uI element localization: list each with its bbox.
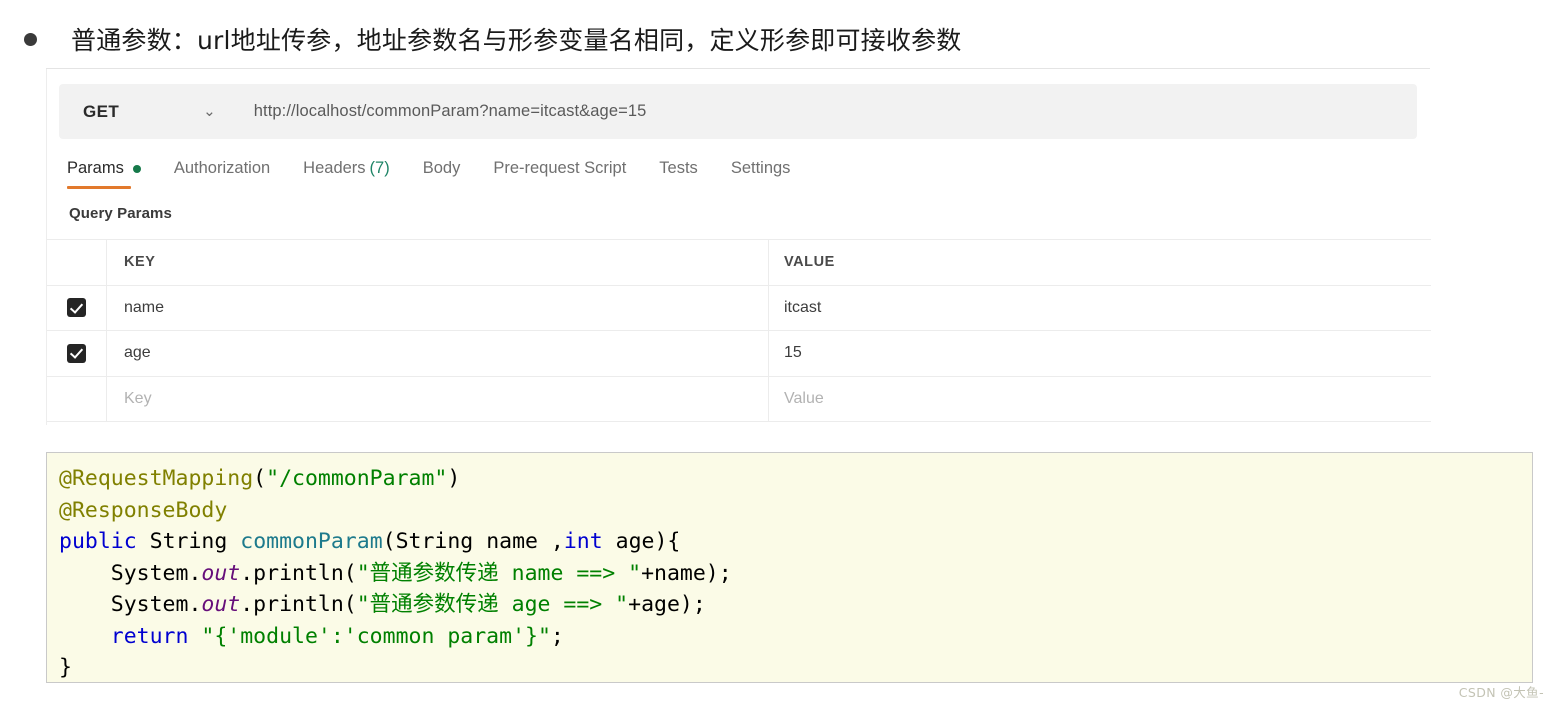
query-params-label: Query Params — [69, 205, 172, 222]
tab-params[interactable]: Params — [67, 159, 141, 189]
annotation-request-mapping: @RequestMapping — [59, 466, 254, 491]
param-enabled-checkbox[interactable] — [67, 343, 86, 363]
param-value-input[interactable]: 15 — [784, 344, 802, 362]
code-line-2: @ResponseBody — [59, 498, 227, 523]
param-value-input-placeholder[interactable]: Value — [784, 390, 824, 408]
tab-authorization-label: Authorization — [173, 159, 271, 177]
http-method-label[interactable]: GET — [83, 102, 119, 122]
code-line-6: return "{'module':'common param'}"; — [110, 623, 564, 649]
mapping-path-string: "/commonParam" — [266, 466, 448, 491]
tab-tests-label: Tests — [659, 159, 698, 177]
header-cell-key: KEY — [107, 240, 769, 285]
postman-request-panel: GET ⌄ http://localhost/commonParam?name=… — [46, 69, 1431, 425]
row-value-cell[interactable]: itcast — [769, 286, 1431, 331]
tab-params-label: Params — [67, 159, 124, 177]
row-value-cell[interactable]: Value — [769, 377, 1431, 422]
tab-headers-count: (7) — [369, 159, 390, 177]
table-row: age 15 — [47, 331, 1431, 377]
url-bar[interactable]: GET ⌄ http://localhost/commonParam?name=… — [59, 84, 1417, 139]
tab-pre-request-script-label: Pre-request Script — [493, 159, 627, 177]
tab-settings[interactable]: Settings — [731, 159, 791, 189]
page-title: 普通参数：url地址传参，地址参数名与形参变量名相同，定义形参即可接收参数 — [71, 26, 962, 55]
csdn-watermark: CSDN @大鱼- — [1458, 685, 1544, 700]
url-input[interactable]: http://localhost/commonParam?name=itcast… — [254, 102, 647, 121]
row-key-cell[interactable]: name — [107, 285, 769, 330]
tab-headers[interactable]: Headers (7) — [303, 159, 390, 189]
bullet-point-icon — [24, 32, 37, 46]
tab-tests[interactable]: Tests — [659, 159, 698, 189]
row-checkbox-cell — [47, 331, 107, 376]
param-key-input-placeholder[interactable]: Key — [124, 390, 152, 408]
tab-body[interactable]: Body — [423, 159, 461, 189]
row-key-cell[interactable]: Key — [107, 376, 769, 421]
param-key-input[interactable]: name — [124, 299, 164, 317]
row-checkbox-cell — [47, 376, 107, 421]
column-header-value: VALUE — [784, 254, 835, 271]
tab-authorization[interactable]: Authorization — [174, 159, 270, 189]
code-line-4: System.out.println("普通参数传递 name ==> "+na… — [59, 560, 732, 586]
code-line-1: @RequestMapping("/commonParam") — [59, 466, 461, 491]
param-enabled-checkbox[interactable] — [67, 298, 86, 318]
annotation-response-body: @ResponseBody — [59, 497, 228, 523]
table-row-empty: Key Value — [47, 376, 1431, 422]
tab-pre-request-script[interactable]: Pre-request Script — [493, 159, 626, 189]
code-line-5: System.out.println("普通参数传递 age ==> "+age… — [59, 592, 706, 617]
row-value-cell[interactable]: 15 — [769, 331, 1431, 376]
return-json-string: "{'module':'common param'}" — [201, 623, 551, 649]
java-code-block: @RequestMapping("/commonParam") @Respons… — [46, 452, 1533, 683]
tab-settings-label: Settings — [730, 159, 791, 177]
tab-headers-label: Headers — [303, 159, 366, 177]
header-cell-checkbox — [47, 240, 107, 285]
row-checkbox-cell — [47, 285, 107, 330]
method-name: commonParam — [240, 529, 383, 554]
table-row: name itcast — [47, 285, 1431, 331]
query-params-table: KEY VALUE name itcast age 15 Key Value — [47, 239, 1431, 422]
code-line-7: } — [59, 655, 72, 680]
chevron-down-icon[interactable]: ⌄ — [203, 104, 216, 119]
request-tabs: Params Authorization Headers (7) Body Pr… — [67, 159, 823, 197]
param-value-input[interactable]: itcast — [784, 299, 821, 317]
param-key-input[interactable]: age — [124, 344, 151, 362]
heading-row: 普通参数：url地址传参，地址参数名与形参变量名相同，定义形参即可接收参数 — [0, 16, 1550, 62]
code-line-3: public String commonParam(String name ,i… — [59, 529, 681, 554]
row-key-cell[interactable]: age — [107, 331, 769, 376]
table-header-row: KEY VALUE — [47, 240, 1431, 286]
header-cell-value: VALUE — [769, 240, 1431, 285]
column-header-key: KEY — [124, 254, 156, 271]
tab-body-label: Body — [422, 159, 461, 177]
params-active-dot-icon — [132, 164, 141, 173]
